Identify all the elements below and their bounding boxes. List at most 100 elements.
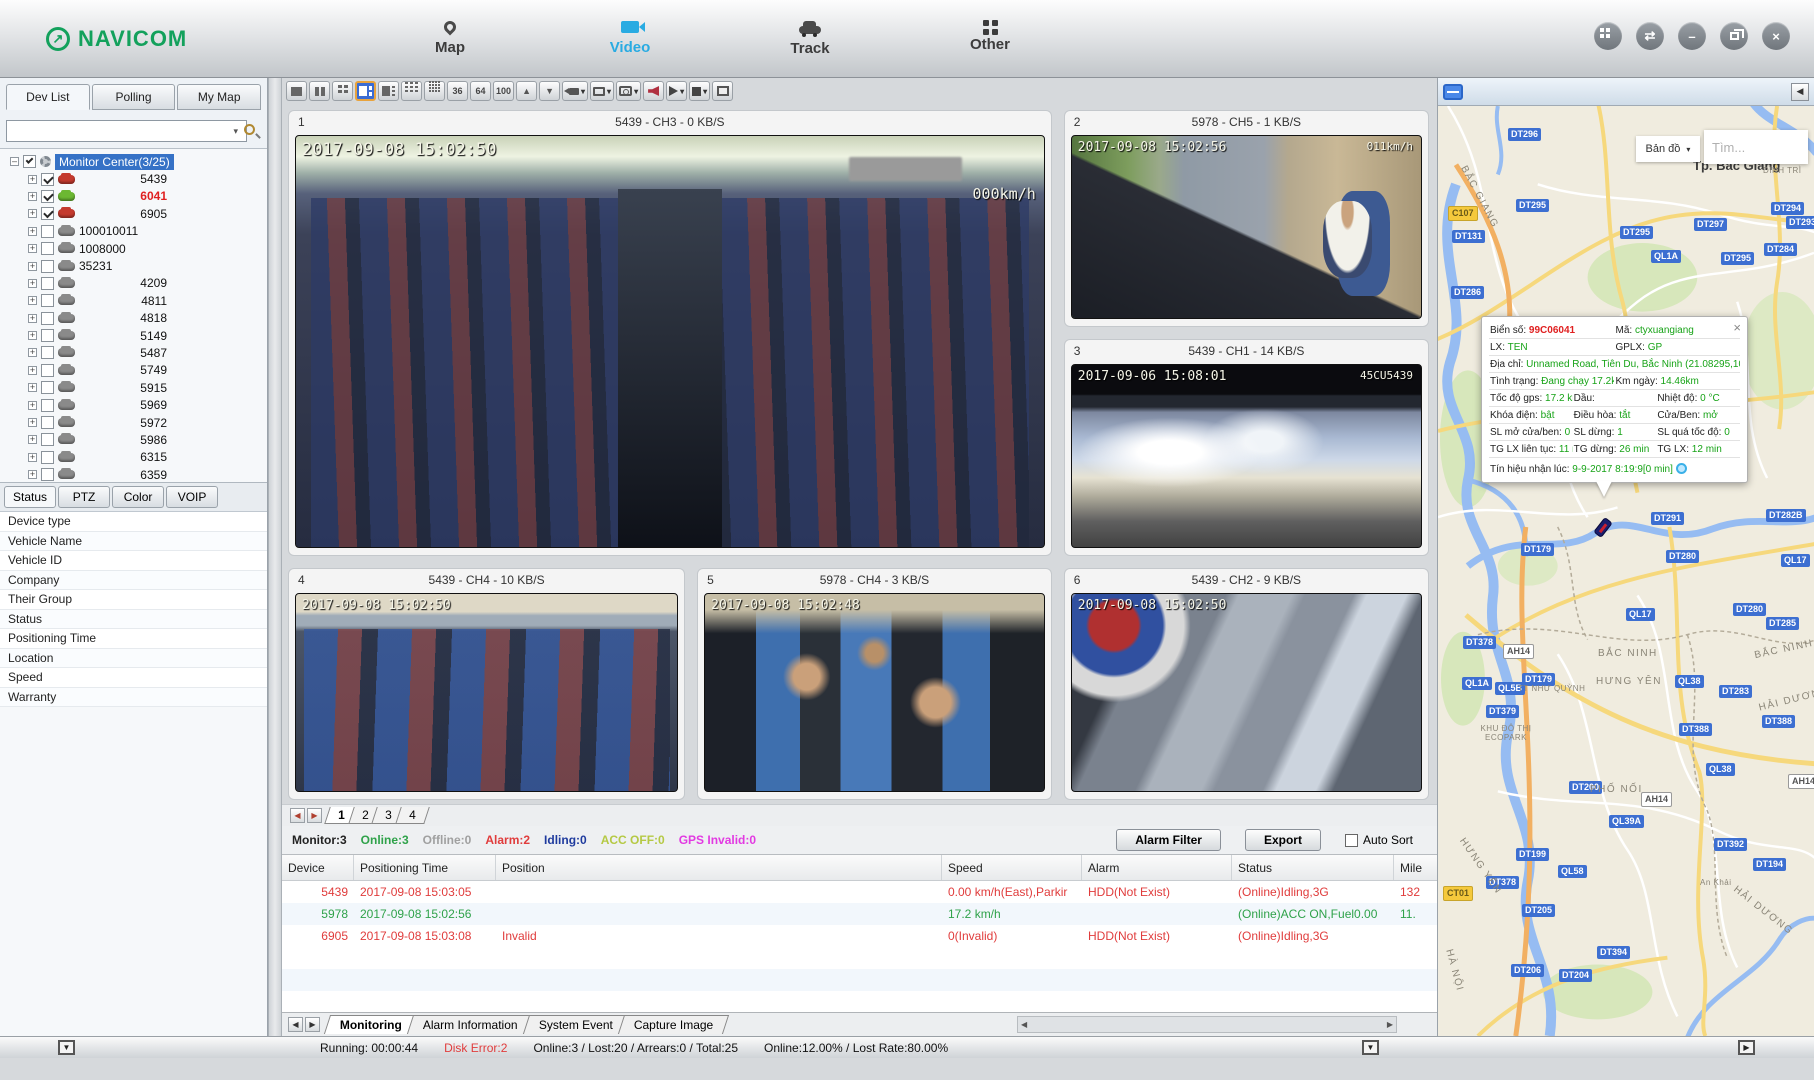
device-checkbox[interactable] bbox=[41, 364, 54, 377]
expand-icon[interactable]: + bbox=[28, 383, 37, 392]
expand-icon[interactable]: + bbox=[28, 227, 37, 236]
table-horizontal-scrollbar[interactable]: ◀▶ bbox=[1017, 1016, 1397, 1033]
chevron-down-icon[interactable]: ▾ bbox=[233, 126, 238, 137]
expand-icon[interactable]: + bbox=[28, 401, 37, 410]
auto-sort-toggle[interactable]: Auto Sort bbox=[1345, 833, 1413, 847]
map-canvas[interactable]: DT296DT295DT131DT295DT297DT294DT293DT284… bbox=[1438, 106, 1814, 1036]
expand-icon[interactable]: + bbox=[28, 175, 37, 184]
tree-root-monitor-center[interactable]: – Monitor Center(3/25) bbox=[0, 153, 267, 170]
device-checkbox[interactable] bbox=[41, 416, 54, 429]
tree-device-row[interactable]: + 5439 bbox=[0, 170, 267, 187]
table-row[interactable]: 5978 2017-09-08 15:02:56 17.2 km/h (Onli… bbox=[282, 903, 1437, 925]
expand-bottom-left-icon[interactable]: ▼ bbox=[58, 1040, 75, 1055]
layout-100-button[interactable]: 100 bbox=[493, 81, 514, 101]
expand-icon[interactable]: + bbox=[28, 348, 37, 357]
save-view-icon[interactable] bbox=[1443, 84, 1463, 100]
snapshot-button[interactable]: ▾ bbox=[616, 81, 641, 101]
sidebar-bottom-tab[interactable]: Color bbox=[112, 486, 164, 508]
tree-device-row[interactable]: + 4818 bbox=[0, 310, 267, 327]
video-frame[interactable]: 2017-09-08 15:02:50 000km/h bbox=[295, 135, 1045, 548]
tree-device-row[interactable]: + 5749 bbox=[0, 362, 267, 379]
video-cell[interactable]: 1 5439 - CH3 - 0 KB/S 2017-09-08 15:02:5… bbox=[288, 110, 1052, 556]
video-cell[interactable]: 5 5978 - CH4 - 3 KB/S 2017-09-08 15:02:4… bbox=[697, 568, 1052, 800]
bottom-tab[interactable]: System Event bbox=[523, 1015, 629, 1034]
sidebar-tab[interactable]: My Map bbox=[177, 84, 261, 110]
pager-prev-icon[interactable]: ◀ bbox=[290, 808, 305, 823]
tree-device-row[interactable]: + 6905 bbox=[0, 205, 267, 222]
device-checkbox[interactable] bbox=[41, 173, 54, 186]
expand-bottom-center-icon[interactable]: ▼ bbox=[1362, 1040, 1379, 1055]
expand-icon[interactable]: + bbox=[28, 209, 37, 218]
bottom-tab[interactable]: Monitoring bbox=[324, 1015, 418, 1034]
apps-icon[interactable] bbox=[1594, 22, 1622, 50]
mute-button[interactable] bbox=[643, 81, 664, 101]
video-frame[interactable]: 2017-09-08 15:02:50 bbox=[1071, 593, 1422, 792]
device-checkbox[interactable] bbox=[41, 242, 54, 255]
expand-icon[interactable]: + bbox=[28, 331, 37, 340]
expand-icon[interactable]: + bbox=[28, 192, 37, 201]
device-checkbox[interactable] bbox=[41, 433, 54, 446]
tree-device-row[interactable]: + 5986 bbox=[0, 431, 267, 448]
tree-device-row[interactable]: + 4209 bbox=[0, 275, 267, 292]
swap-icon[interactable]: ⇄ bbox=[1636, 22, 1664, 50]
device-checkbox[interactable] bbox=[41, 381, 54, 394]
layout-36-button[interactable]: 36 bbox=[447, 81, 468, 101]
popup-close-icon[interactable]: × bbox=[1733, 320, 1741, 335]
table-header-cell[interactable]: Device bbox=[282, 855, 354, 880]
sidebar-splitter[interactable] bbox=[268, 78, 282, 1036]
expand-icon[interactable]: + bbox=[28, 435, 37, 444]
layout-9-button[interactable] bbox=[401, 81, 422, 101]
tree-device-row[interactable]: + 6359 bbox=[0, 466, 267, 482]
video-cell[interactable]: 4 5439 - CH4 - 10 KB/S 2017-09-08 15:02:… bbox=[288, 568, 685, 800]
sidebar-tab[interactable]: Dev List bbox=[6, 84, 90, 110]
device-search-input[interactable] bbox=[6, 120, 247, 142]
expand-icon[interactable]: + bbox=[28, 470, 37, 479]
play-button[interactable]: ▾ bbox=[666, 81, 687, 101]
tree-device-row[interactable]: + 5972 bbox=[0, 414, 267, 431]
restore-icon[interactable] bbox=[1720, 22, 1748, 50]
device-checkbox[interactable] bbox=[41, 277, 54, 290]
table-header-cell[interactable]: Position bbox=[496, 855, 942, 880]
expand-icon[interactable]: + bbox=[28, 262, 37, 271]
device-checkbox[interactable] bbox=[41, 260, 54, 273]
table-header-cell[interactable]: Mile bbox=[1394, 855, 1437, 880]
expand-icon[interactable]: + bbox=[28, 279, 37, 288]
expand-icon[interactable]: + bbox=[28, 314, 37, 323]
table-row[interactable]: 6905 2017-09-08 15:03:08 Invalid 0(Inval… bbox=[282, 925, 1437, 947]
minimize-icon[interactable]: – bbox=[1678, 22, 1706, 50]
root-checkbox[interactable] bbox=[23, 155, 36, 168]
table-row[interactable]: 5439 2017-09-08 15:03:05 0.00 km/h(East)… bbox=[282, 881, 1437, 903]
tree-device-row[interactable]: + 5915 bbox=[0, 379, 267, 396]
layout-2-button[interactable] bbox=[309, 81, 330, 101]
collapse-icon[interactable]: – bbox=[10, 157, 19, 166]
alarm-filter-button[interactable]: Alarm Filter bbox=[1116, 829, 1221, 851]
gear-icon[interactable] bbox=[40, 156, 51, 167]
tree-device-row[interactable]: + 1008000 bbox=[0, 240, 267, 257]
tree-device-row[interactable]: + 5487 bbox=[0, 344, 267, 361]
bottom-tab[interactable]: Alarm Information bbox=[407, 1015, 534, 1034]
nav-tab[interactable]: Video bbox=[570, 6, 690, 70]
video-frame[interactable]: 2017-09-08 15:02:56 011km/h bbox=[1071, 135, 1422, 319]
page-up-button[interactable]: ▲ bbox=[516, 81, 537, 101]
layout-4-button[interactable] bbox=[332, 81, 353, 101]
layout-8-button[interactable] bbox=[378, 81, 399, 101]
search-icon[interactable] bbox=[244, 124, 255, 135]
layout-16-button[interactable] bbox=[424, 81, 445, 101]
page-tab[interactable]: 4 bbox=[395, 807, 429, 824]
sidebar-tab[interactable]: Polling bbox=[92, 84, 176, 110]
monitor-select-button[interactable]: ▾ bbox=[590, 81, 614, 101]
expand-bottom-right-icon[interactable]: ▶ bbox=[1738, 1040, 1755, 1055]
tree-device-row[interactable]: + 35231 bbox=[0, 257, 267, 274]
expand-icon[interactable]: + bbox=[28, 244, 37, 253]
device-checkbox[interactable] bbox=[41, 312, 54, 325]
table-header-cell[interactable]: Status bbox=[1232, 855, 1394, 880]
device-checkbox[interactable] bbox=[41, 451, 54, 464]
device-checkbox[interactable] bbox=[41, 294, 54, 307]
expand-icon[interactable]: + bbox=[28, 366, 37, 375]
video-cell[interactable]: 2 5978 - CH5 - 1 KB/S 2017-09-08 15:02:5… bbox=[1064, 110, 1429, 327]
device-checkbox[interactable] bbox=[41, 207, 54, 220]
video-frame[interactable]: 2017-09-08 15:02:48 bbox=[704, 593, 1045, 792]
device-checkbox[interactable] bbox=[41, 346, 54, 359]
device-checkbox[interactable] bbox=[41, 190, 54, 203]
tree-device-row[interactable]: + 5149 bbox=[0, 327, 267, 344]
